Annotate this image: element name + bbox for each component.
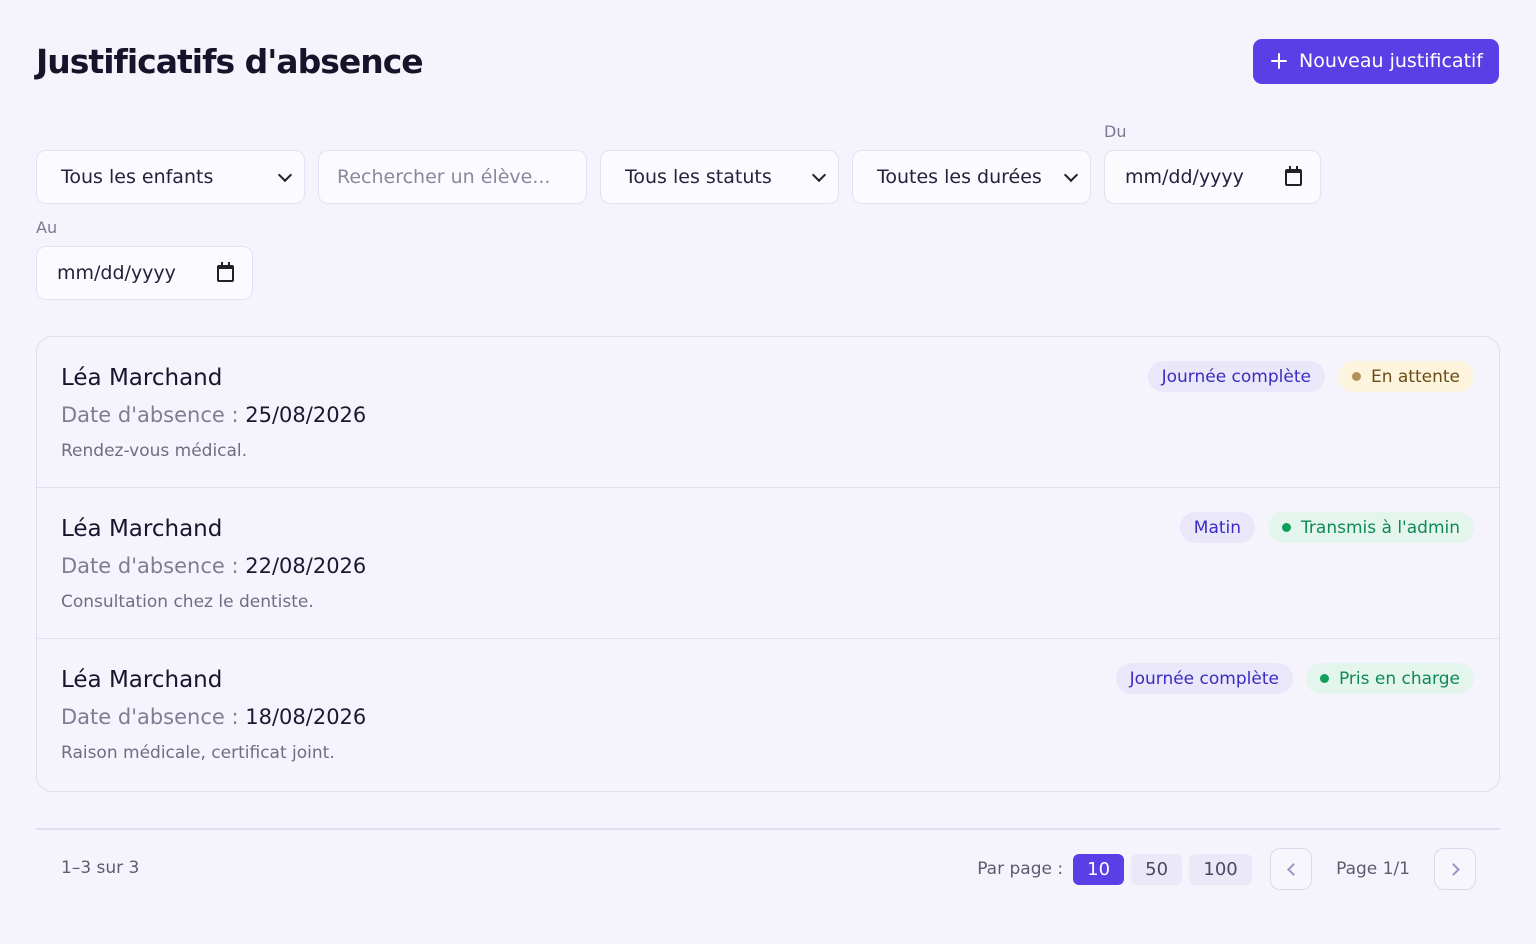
- status-dot: [1351, 372, 1361, 381]
- list-item[interactable]: Léa Marchand Date d'absence : 22/08/2026…: [37, 488, 1499, 639]
- chevron-right-icon: [1446, 862, 1460, 876]
- duration-badge: Journée complète: [1147, 361, 1325, 392]
- child-select-value: Tous les enfants: [61, 166, 214, 188]
- to-date-label: Au: [36, 218, 58, 237]
- per-page-100-button[interactable]: 100: [1189, 853, 1253, 885]
- list-item[interactable]: Léa Marchand Date d'absence : 18/08/2026…: [37, 639, 1499, 790]
- absence-reason: Rendez-vous médical.: [61, 441, 248, 461]
- absence-date-label: Date d'absence :: [61, 554, 246, 578]
- status-label: Pris en charge: [1338, 668, 1460, 689]
- previous-page-button[interactable]: [1270, 848, 1313, 890]
- status-label: Transmis à l'admin: [1301, 517, 1460, 538]
- status-badge: En attente: [1337, 361, 1474, 392]
- absence-reason: Raison médicale, certificat joint.: [61, 743, 335, 763]
- page-title: Justificatifs d'absence: [36, 41, 424, 81]
- status-select-value: Tous les statuts: [625, 166, 772, 188]
- from-date-label: Du: [1104, 122, 1127, 141]
- per-page-label: Par page :: [977, 859, 1064, 879]
- justification-list: Léa Marchand Date d'absence : 25/08/2026…: [36, 336, 1500, 792]
- per-page-10-button[interactable]: 10: [1073, 853, 1125, 885]
- duration-select-value: Toutes les durées: [877, 166, 1042, 188]
- next-page-button[interactable]: [1434, 848, 1476, 890]
- absence-date: 18/08/2026: [245, 705, 367, 729]
- chevron-down-icon: [811, 167, 827, 182]
- absence-date-line: Date d'absence : 22/08/2026: [61, 554, 1475, 578]
- duration-select[interactable]: Toutes les durées: [852, 150, 1091, 204]
- to-date-input[interactable]: mm/dd/yyyy: [36, 246, 253, 300]
- footer-divider: [36, 828, 1500, 830]
- from-date-input[interactable]: mm/dd/yyyy: [1104, 150, 1321, 204]
- chevron-down-icon: [277, 167, 293, 182]
- absence-date-label: Date d'absence :: [61, 403, 246, 427]
- pagination: Par page : 10 50 100 Page 1/1: [977, 848, 1476, 890]
- duration-badge: Journée complète: [1115, 663, 1293, 694]
- student-search-input[interactable]: Rechercher un élève...: [318, 150, 587, 204]
- per-page-50-button[interactable]: 50: [1131, 853, 1183, 885]
- results-count: 1–3 sur 3: [61, 858, 140, 878]
- badges: Matin Transmis à l'admin: [1179, 512, 1474, 543]
- plus-icon: [1271, 53, 1288, 69]
- new-justification-label: Nouveau justificatif: [1299, 50, 1483, 72]
- status-badge: Transmis à l'admin: [1268, 512, 1474, 543]
- chevron-left-icon: [1286, 862, 1300, 876]
- status-label: En attente: [1370, 366, 1460, 387]
- status-badge: Pris en charge: [1305, 663, 1474, 694]
- from-date-value: mm/dd/yyyy: [1125, 166, 1244, 188]
- duration-badge: Matin: [1179, 512, 1256, 543]
- new-justification-button[interactable]: Nouveau justificatif: [1253, 38, 1499, 84]
- absence-date-label: Date d'absence :: [61, 705, 246, 729]
- status-dot: [1319, 674, 1329, 683]
- status-dot: [1282, 523, 1292, 532]
- calendar-icon[interactable]: [217, 261, 234, 282]
- header: Justificatifs d'absence Nouveau justific…: [36, 38, 1499, 84]
- absence-date-line: Date d'absence : 18/08/2026: [61, 705, 1475, 729]
- absence-date: 25/08/2026: [245, 403, 367, 427]
- page-info: Page 1/1: [1336, 859, 1410, 879]
- to-date-value: mm/dd/yyyy: [57, 262, 176, 284]
- student-search-placeholder: Rechercher un élève...: [337, 166, 551, 188]
- absence-date-line: Date d'absence : 25/08/2026: [61, 403, 1475, 427]
- page: Justificatifs d'absence Nouveau justific…: [0, 0, 1536, 944]
- list-item[interactable]: Léa Marchand Date d'absence : 25/08/2026…: [37, 337, 1499, 488]
- absence-reason: Consultation chez le dentiste.: [61, 592, 314, 612]
- badges: Journée complète En attente: [1147, 361, 1474, 392]
- badges: Journée complète Pris en charge: [1115, 663, 1474, 694]
- status-select[interactable]: Tous les statuts: [600, 150, 839, 204]
- child-select[interactable]: Tous les enfants: [36, 150, 305, 204]
- chevron-down-icon: [1063, 167, 1079, 182]
- calendar-icon[interactable]: [1285, 165, 1302, 186]
- absence-date: 22/08/2026: [245, 554, 367, 578]
